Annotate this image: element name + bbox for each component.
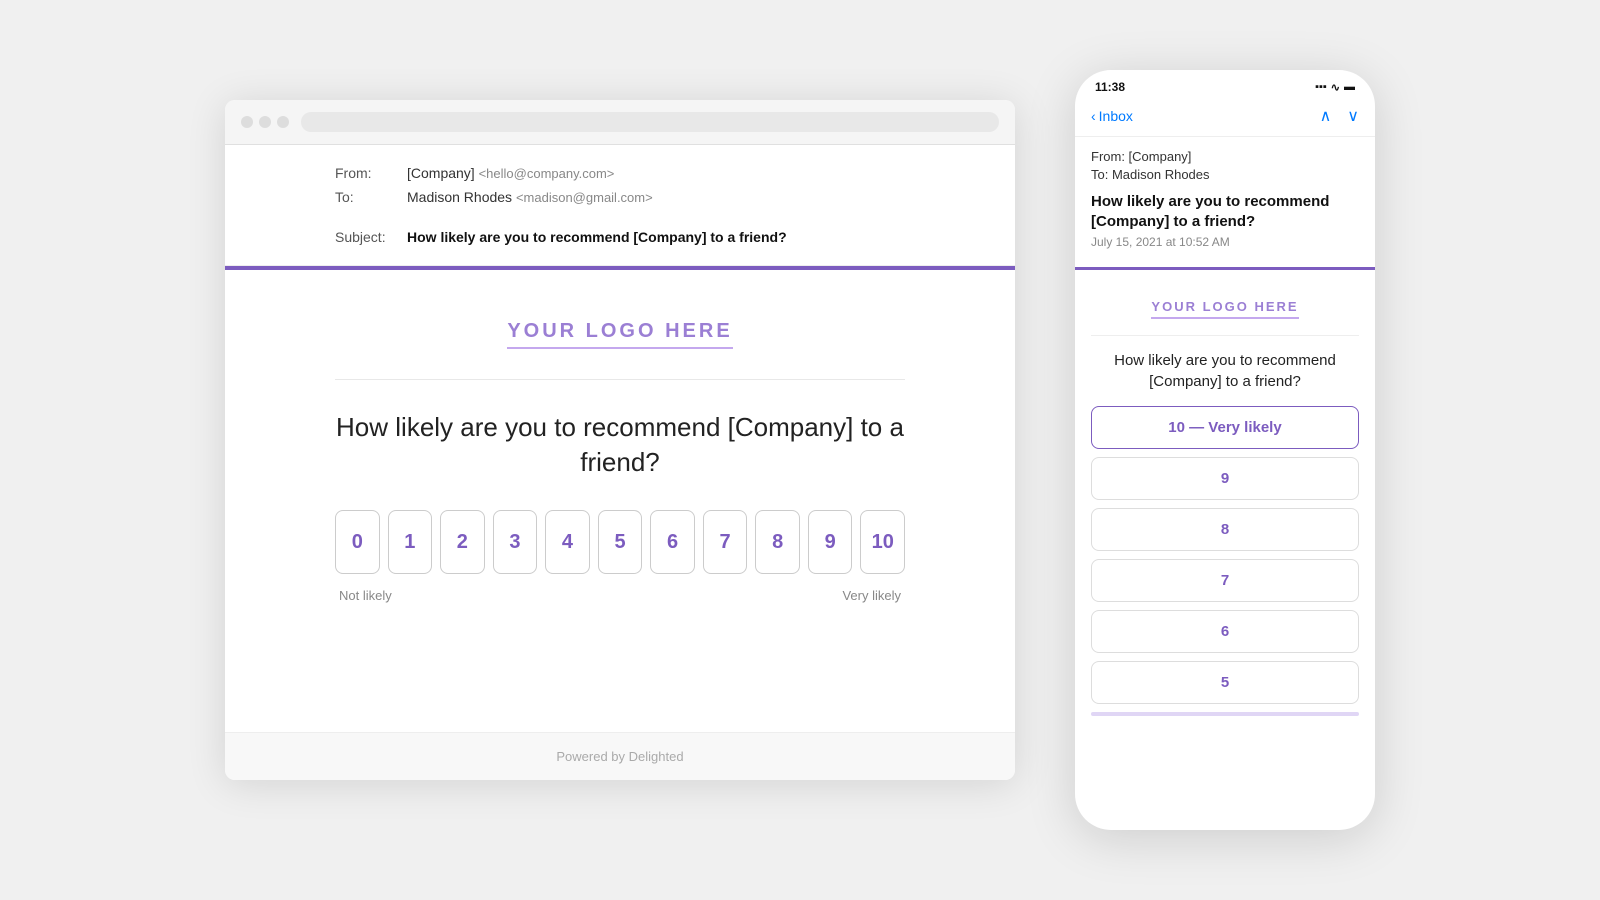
phone-time: 11:38 bbox=[1095, 80, 1125, 94]
phone-back-button[interactable]: ‹ Inbox bbox=[1091, 108, 1133, 124]
phone-email-meta: From: [Company] To: Madison Rhodes How l… bbox=[1075, 137, 1375, 267]
nps-btn-6[interactable]: 6 bbox=[650, 510, 695, 574]
browser-dot-yellow bbox=[259, 116, 271, 128]
phone-from: From: [Company] bbox=[1091, 149, 1359, 164]
phone-nps-item-10[interactable]: 10 — Very likely bbox=[1091, 406, 1359, 449]
inbox-label: Inbox bbox=[1099, 108, 1133, 124]
logo-area: YOUR LOGO HERE bbox=[335, 300, 905, 380]
phone-status-icons: ▪▪▪ ∿ ▬ bbox=[1315, 81, 1355, 94]
nps-buttons: 0 1 2 3 4 5 6 7 8 9 10 bbox=[335, 510, 905, 574]
phone-nav-arrows: ∧ ∨ bbox=[1320, 106, 1359, 126]
nps-labels: Not likely Very likely bbox=[335, 588, 905, 603]
phone-nps-list: 10 — Very likely 9 8 7 6 5 bbox=[1091, 406, 1359, 704]
back-chevron-icon: ‹ bbox=[1091, 108, 1096, 124]
survey-question: How likely are you to recommend [Company… bbox=[335, 410, 905, 480]
from-label: From: bbox=[335, 165, 395, 181]
next-email-icon[interactable]: ∨ bbox=[1347, 106, 1359, 126]
scene: From: [Company] <hello@company.com> To: … bbox=[225, 70, 1375, 830]
subject-label: Subject: bbox=[335, 229, 395, 245]
nps-btn-7[interactable]: 7 bbox=[703, 510, 748, 574]
phone-to: To: Madison Rhodes bbox=[1091, 167, 1359, 182]
email-body: YOUR LOGO HERE How likely are you to rec… bbox=[225, 270, 1015, 633]
browser-mockup: From: [Company] <hello@company.com> To: … bbox=[225, 100, 1015, 780]
email-subject-row: Subject: How likely are you to recommend… bbox=[335, 217, 905, 245]
browser-dot-red bbox=[241, 116, 253, 128]
phone-body: YOUR LOGO HERE How likely are you to rec… bbox=[1075, 270, 1375, 704]
phone-nps-item-8[interactable]: 8 bbox=[1091, 508, 1359, 551]
phone-date: July 15, 2021 at 10:52 AM bbox=[1091, 235, 1359, 249]
footer-text: Powered by Delighted bbox=[556, 749, 683, 764]
to-email: <madison@gmail.com> bbox=[516, 190, 653, 205]
to-value: Madison Rhodes <madison@gmail.com> bbox=[407, 189, 653, 205]
nps-btn-1[interactable]: 1 bbox=[388, 510, 433, 574]
phone-mockup: 11:38 ▪▪▪ ∿ ▬ ‹ Inbox ∧ ∨ From: [Company… bbox=[1075, 70, 1375, 830]
prev-email-icon[interactable]: ∧ bbox=[1320, 106, 1332, 126]
email-to-row: To: Madison Rhodes <madison@gmail.com> bbox=[335, 189, 905, 205]
nps-btn-5[interactable]: 5 bbox=[598, 510, 643, 574]
label-very-likely: Very likely bbox=[842, 588, 901, 603]
signal-icon: ▪▪▪ bbox=[1315, 81, 1327, 93]
phone-nps-item-7[interactable]: 7 bbox=[1091, 559, 1359, 602]
email-headers: From: [Company] <hello@company.com> To: … bbox=[225, 145, 1015, 266]
nps-btn-9[interactable]: 9 bbox=[808, 510, 853, 574]
browser-chrome bbox=[225, 100, 1015, 145]
logo-text: YOUR LOGO HERE bbox=[507, 320, 732, 349]
from-company: [Company] bbox=[407, 165, 475, 181]
nps-btn-3[interactable]: 3 bbox=[493, 510, 538, 574]
to-name: Madison Rhodes bbox=[407, 189, 512, 205]
email-from-row: From: [Company] <hello@company.com> bbox=[335, 165, 905, 181]
email-footer: Powered by Delighted bbox=[225, 732, 1015, 780]
phone-logo-area: YOUR LOGO HERE bbox=[1091, 286, 1359, 336]
phone-nav-bar: ‹ Inbox ∧ ∨ bbox=[1075, 100, 1375, 137]
phone-nps-item-6[interactable]: 6 bbox=[1091, 610, 1359, 653]
wifi-icon: ∿ bbox=[1331, 81, 1340, 94]
phone-question: How likely are you to recommend [Company… bbox=[1091, 350, 1359, 392]
nps-btn-4[interactable]: 4 bbox=[545, 510, 590, 574]
nps-btn-10[interactable]: 10 bbox=[860, 510, 905, 574]
browser-address-bar bbox=[301, 112, 999, 132]
browser-dots bbox=[241, 116, 289, 128]
battery-icon: ▬ bbox=[1344, 81, 1355, 93]
browser-dot-green bbox=[277, 116, 289, 128]
nps-btn-8[interactable]: 8 bbox=[755, 510, 800, 574]
to-label: To: bbox=[335, 189, 395, 205]
label-not-likely: Not likely bbox=[339, 588, 392, 603]
from-email: <hello@company.com> bbox=[479, 166, 615, 181]
from-value: [Company] <hello@company.com> bbox=[407, 165, 614, 181]
nps-btn-0[interactable]: 0 bbox=[335, 510, 380, 574]
phone-logo-text: YOUR LOGO HERE bbox=[1151, 299, 1298, 319]
phone-nps-item-5[interactable]: 5 bbox=[1091, 661, 1359, 704]
nps-btn-2[interactable]: 2 bbox=[440, 510, 485, 574]
phone-nps-item-9[interactable]: 9 bbox=[1091, 457, 1359, 500]
phone-subject: How likely are you to recommend [Company… bbox=[1091, 192, 1359, 231]
phone-status-bar: 11:38 ▪▪▪ ∿ ▬ bbox=[1075, 70, 1375, 100]
phone-scroll-hint bbox=[1091, 712, 1359, 716]
subject-value: How likely are you to recommend [Company… bbox=[407, 229, 787, 245]
